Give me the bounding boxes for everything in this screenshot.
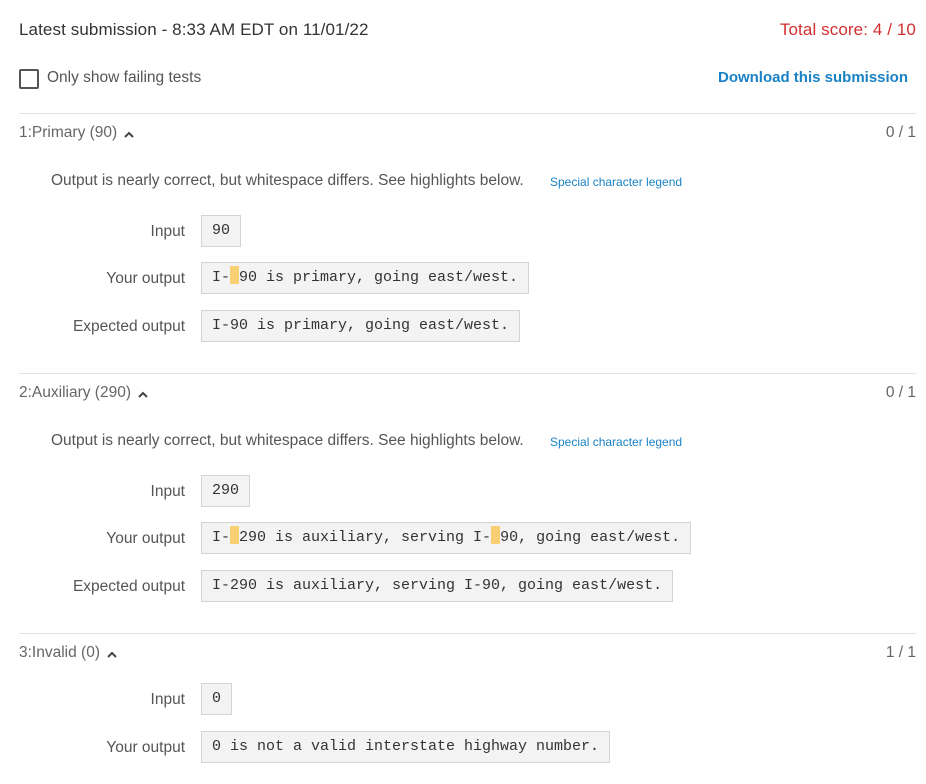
output-segment: I- [212,529,231,546]
total-score: Total score: 4 / 10 [779,20,916,39]
input-row: Input 290 [19,475,916,507]
test-title: 1:Primary (90) [19,124,118,141]
test-score: 0 / 1 [885,384,916,401]
test-case-1: 1:Primary (90) 0 / 1 Output is nearly co… [19,113,916,373]
only-failing-label[interactable]: Only show failing tests [47,69,201,87]
whitespace-highlight [230,266,240,284]
output-segment: 290 is auxiliary, serving I- [239,529,492,546]
test-header: 1:Primary (90) 0 / 1 [19,124,916,146]
your-output-value: 0 is not a valid interstate highway numb… [201,731,611,763]
output-segment: 90 is primary, going east/west. [239,269,519,286]
expected-output-label: Expected output [72,318,185,335]
test-case-3: 3:Invalid (0) 1 / 1 Input 0 Your output … [19,633,916,784]
test-score: 0 / 1 [885,124,916,141]
expected-output-label: Expected output [72,578,185,595]
your-output-label: Your output [106,530,185,547]
input-value: 90 [201,215,242,247]
expected-output-row: Expected output I-290 is auxiliary, serv… [19,570,916,602]
chevron-up-icon [107,651,117,658]
your-output-label: Your output [106,739,185,756]
input-label: Input [150,691,185,708]
input-value: 290 [201,475,251,507]
latest-submission-text: Latest submission - 8:33 AM EDT on 11/01… [19,20,369,39]
your-output-row: Your output I- 90 is primary, going east/… [19,262,916,294]
test-collapse-toggle[interactable]: 3:Invalid (0) [19,644,117,662]
test-title: 3:Invalid (0) [19,644,100,661]
test-message: Output is nearly correct, but whitespace… [51,432,524,449]
test-score: 1 / 1 [885,644,916,661]
input-value: 0 [201,683,233,715]
input-label: Input [150,483,185,500]
output-segment: 90, going east/west. [500,529,681,546]
special-character-legend-link[interactable]: Special character legend [550,175,682,189]
input-row: Input 90 [19,215,916,247]
only-failing-checkbox[interactable] [19,69,39,89]
whitespace-highlight [491,526,501,544]
expected-output-value: I-290 is auxiliary, serving I-90, going … [201,570,674,602]
test-header: 2:Auxiliary (290) 0 / 1 [19,384,916,406]
test-collapse-toggle[interactable]: 2:Auxiliary (290) [19,384,148,402]
special-character-legend-link[interactable]: Special character legend [550,435,682,449]
your-output-row: Your output 0 is not a valid interstate … [19,731,916,763]
input-label: Input [150,223,185,240]
filter-row: Only show failing tests Download this su… [19,67,908,91]
test-header: 3:Invalid (0) 1 / 1 [19,644,916,666]
chevron-up-icon [124,131,134,138]
chevron-up-icon [138,391,148,398]
download-submission-link[interactable]: Download this submission [718,69,908,86]
your-output-value: I- 90 is primary, going east/west. [201,262,530,294]
test-title: 2:Auxiliary (290) [19,384,131,401]
expected-output-value: I-90 is primary, going east/west. [201,310,521,342]
test-message: Output is nearly correct, but whitespace… [51,172,524,189]
expected-output-row: Expected output I-90 is primary, going e… [19,310,916,342]
your-output-row: Your output I- 290 is auxiliary, serving … [19,522,916,554]
submission-header: Latest submission - 8:33 AM EDT on 11/01… [19,20,916,44]
your-output-value: I- 290 is auxiliary, serving I- 90, going … [201,522,692,554]
test-collapse-toggle[interactable]: 1:Primary (90) [19,124,134,142]
output-segment: I- [212,269,231,286]
input-row: Input 0 [19,683,916,715]
your-output-label: Your output [106,270,185,287]
test-case-2: 2:Auxiliary (290) 0 / 1 Output is nearly… [19,373,916,633]
whitespace-highlight [230,526,240,544]
